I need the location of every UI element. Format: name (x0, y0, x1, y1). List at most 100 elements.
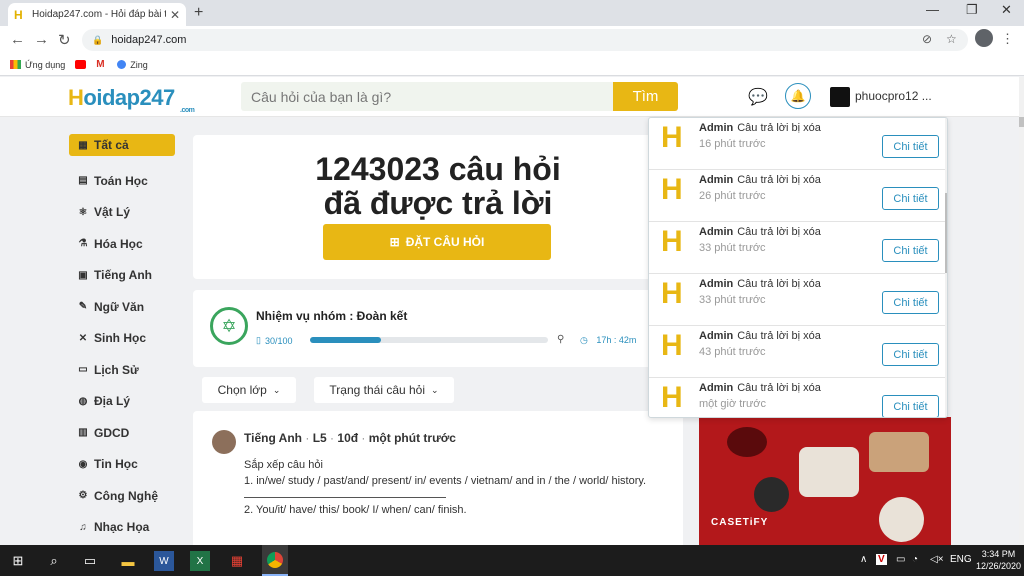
detail-button[interactable]: Chi tiết (882, 239, 939, 262)
reload-icon[interactable]: ↻ (58, 31, 71, 49)
sidebar-item-english[interactable]: ▣ Tiếng Anh (69, 260, 175, 292)
page-scrollbar-thumb[interactable] (1019, 117, 1024, 127)
search-input[interactable]: Câu hỏi của bạn là gì? (241, 82, 613, 111)
status-filter-dropdown[interactable]: Trạng thái câu hỏi ⌄ (314, 377, 454, 403)
advertisement-banner[interactable]: CASETiFY (699, 417, 951, 545)
clock-icon: ◷ (580, 335, 588, 345)
user-avatar[interactable] (830, 87, 850, 107)
sidebar-item-biology[interactable]: ✕ Sinh Học (69, 323, 175, 355)
search-icon[interactable]: ⌕ (44, 551, 64, 571)
detail-button[interactable]: Chi tiết (882, 135, 939, 158)
notification-item[interactable]: H Admin Câu trả lời bị xóa một giờ trước … (649, 378, 945, 417)
browser-tab[interactable]: H Hoidap247.com - Hỏi đáp bài tập ✕ (8, 3, 186, 26)
hoidap-logo-icon: H (661, 381, 683, 414)
new-tab-icon[interactable]: + (194, 4, 203, 22)
sidebar-item-label: Tất cả (94, 138, 129, 152)
ad-shape (869, 432, 929, 472)
ask-icon: ⊞ (389, 235, 400, 249)
back-icon[interactable]: ← (10, 31, 25, 48)
lock-icon: 🔒 (92, 34, 104, 45)
windows-start-icon[interactable]: ⊞ (8, 551, 28, 571)
notification-text: Admin Câu trả lời bị xóa (699, 226, 821, 238)
tracking-icon[interactable]: ⊘ (922, 32, 932, 46)
address-bar[interactable]: 🔒 hoidap247.com ⊘ ☆ (82, 29, 968, 51)
notification-item[interactable]: H Admin Câu trả lời bị xóa 26 phút trước … (649, 170, 945, 222)
grade-filter-label: Chọn lớp (217, 383, 267, 397)
author-avatar[interactable] (212, 430, 236, 454)
notification-scrollbar-thumb[interactable] (945, 193, 947, 273)
sidebar-item-history[interactable]: ▭ Lịch Sử (69, 354, 175, 386)
sidebar-item-chemistry[interactable]: ⚗ Hóa Học (69, 228, 175, 260)
input-language[interactable]: ENG (950, 554, 972, 565)
volume-icon[interactable]: ◁× (930, 554, 944, 565)
detail-button[interactable]: Chi tiết (882, 343, 939, 366)
notification-item[interactable]: H Admin Câu trả lời bị xóa 33 phút trước … (649, 222, 945, 274)
bookmark-apps[interactable]: Ứng dụng (10, 60, 65, 70)
sidebar-item-geography[interactable]: ◍ Địa Lý (69, 386, 175, 418)
bookmark-youtube[interactable] (75, 60, 87, 69)
chrome-icon[interactable] (262, 545, 288, 576)
detail-button[interactable]: Chi tiết (882, 395, 939, 417)
ask-question-button[interactable]: ⊞ ĐẶT CÂU HỎI (323, 224, 551, 260)
sidebar-item-label: Vật Lý (94, 205, 131, 220)
network-icon[interactable]: ◔ (912, 554, 918, 565)
sidebar-item-math[interactable]: ▤ Toán Học (69, 165, 175, 197)
chat-icon[interactable]: 💬 (748, 87, 768, 107)
mission-progress-bar (310, 337, 548, 343)
minimize-icon[interactable]: — (926, 2, 939, 17)
close-tab-icon[interactable]: ✕ (170, 8, 180, 22)
question-subject[interactable]: Tiếng Anh (244, 431, 302, 445)
notification-time: 43 phút trước (699, 346, 766, 358)
sidebar-item-music-art[interactable]: ♫ Nhạc Họa (69, 512, 175, 544)
username[interactable]: phuocpro12 ... (855, 89, 932, 103)
profile-icon[interactable] (975, 29, 993, 47)
notification-message: Câu trả lời bị xóa (737, 382, 821, 394)
bookmark-star-icon[interactable]: ☆ (946, 32, 957, 46)
windows-taskbar: ⊞ ⌕ ▭ ▬ W X ▦ ∧ V ▭ ◔ ◁× ENG 3:34 PM 12/… (0, 545, 1024, 576)
restore-icon[interactable]: ❐ (966, 2, 978, 18)
sidebar-item-all[interactable]: ▦ Tất cả (69, 134, 175, 156)
hero-card: 1243023 câu hỏi đã được trả lời ⊞ ĐẶT CÂ… (193, 135, 683, 279)
excel-icon[interactable]: X (190, 551, 210, 571)
detail-button[interactable]: Chi tiết (882, 187, 939, 210)
bookmark-gmail[interactable]: M (96, 60, 107, 70)
notification-item[interactable]: H Admin Câu trả lời bị xóa 33 phút trước … (649, 274, 945, 326)
page-scrollbar[interactable] (1019, 77, 1024, 545)
word-icon[interactable]: W (154, 551, 174, 571)
notification-time: 33 phút trước (699, 242, 766, 254)
bookmark-label: Ứng dụng (25, 59, 66, 70)
notification-item[interactable]: H Admin Câu trả lời bị xóa 16 phút trước … (649, 118, 945, 170)
question-body: Sắp xếp câu hỏi 1. in/we/ study / past/a… (244, 457, 664, 518)
tray-chevron-icon[interactable]: ∧ (860, 554, 867, 565)
file-explorer-icon[interactable]: ▬ (118, 551, 138, 571)
notification-time: 33 phút trước (699, 294, 766, 306)
document-icon: ▯ (256, 335, 261, 345)
question-line: 1. in/we/ study / past/and/ present/ in/… (244, 475, 647, 487)
sidebar-item-technology[interactable]: ⚙ Công Nghệ (69, 480, 175, 512)
grade-filter-dropdown[interactable]: Chọn lớp ⌄ (202, 377, 296, 403)
ask-button-label: ĐẶT CÂU HỎI (405, 235, 485, 249)
task-view-icon[interactable]: ▭ (80, 551, 100, 571)
hoidap-logo-icon: H (661, 173, 683, 206)
bookmark-zing[interactable]: Zing (117, 60, 148, 70)
sidebar-item-physics[interactable]: ⚛ Vật Lý (69, 197, 175, 229)
sidebar-item-literature[interactable]: ✎ Ngữ Văn (69, 291, 175, 323)
question-meta: Tiếng Anh · L5 · 10đ · một phút trước (244, 431, 456, 445)
vpn-icon[interactable]: V (876, 554, 887, 565)
notification-item[interactable]: H Admin Câu trả lời bị xóa 43 phút trước … (649, 326, 945, 378)
pen-icon: ✎ (78, 301, 88, 313)
detail-button[interactable]: Chi tiết (882, 291, 939, 314)
search-button[interactable]: Tìm (613, 82, 678, 111)
notification-bell-icon[interactable]: 🔔 (785, 83, 811, 109)
menu-dots-icon[interactable]: ⋮ (1001, 31, 1014, 47)
app-icon[interactable]: ▦ (227, 551, 247, 571)
sidebar-item-informatics[interactable]: ◉ Tin Học (69, 449, 175, 481)
site-logo[interactable]: Hoidap247 .com (68, 85, 195, 114)
sidebar-item-civics[interactable]: ▥ GDCD (69, 417, 175, 449)
question-card[interactable]: Tiếng Anh · L5 · 10đ · một phút trước Sắ… (193, 411, 683, 551)
status-filter-label: Trạng thái câu hỏi (329, 383, 426, 397)
forward-icon[interactable]: → (34, 31, 49, 48)
system-clock[interactable]: 3:34 PM 12/26/2020 (976, 548, 1021, 572)
close-window-icon[interactable]: ✕ (1001, 2, 1012, 18)
battery-icon[interactable]: ▭ (896, 554, 905, 565)
